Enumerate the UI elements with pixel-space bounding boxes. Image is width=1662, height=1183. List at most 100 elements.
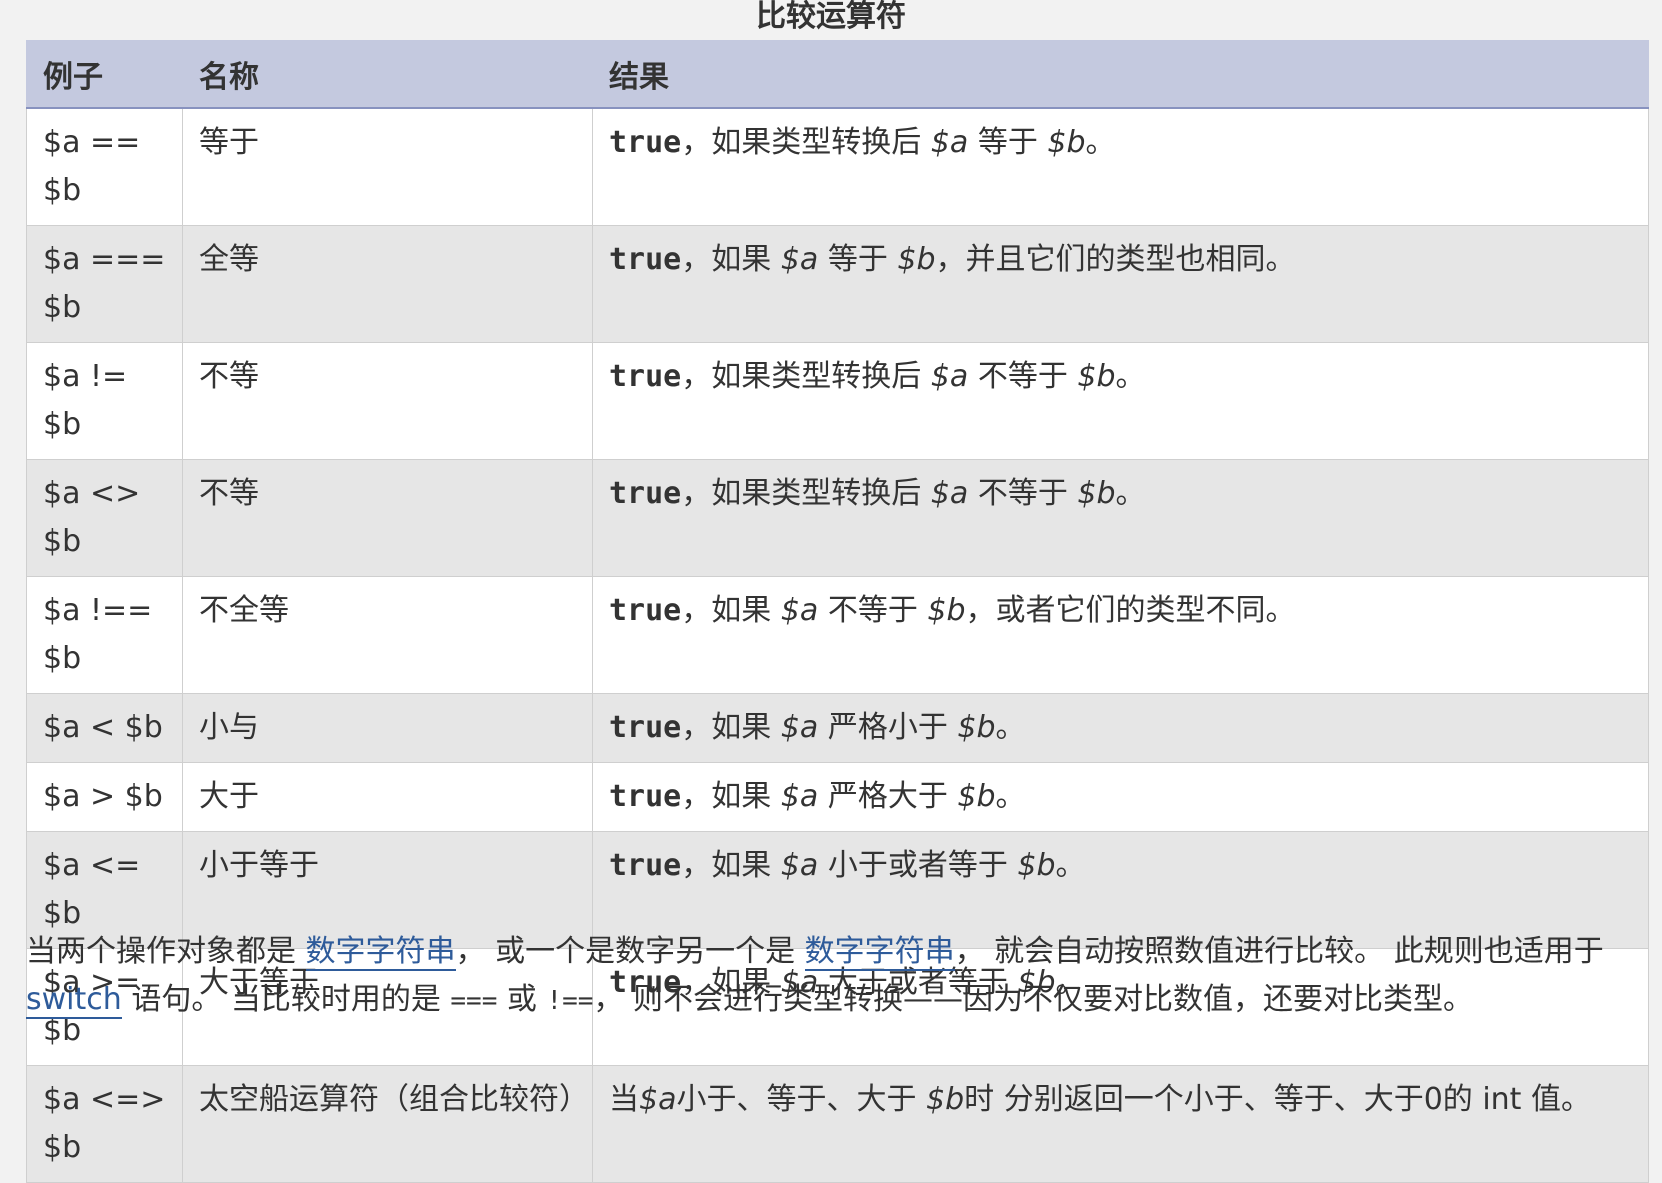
result-text: 。 bbox=[1085, 125, 1116, 160]
not-identical-operator-code: !== bbox=[546, 986, 594, 1016]
note-text: ， 就会自动按照数值进行比较。 此规则也适用于 bbox=[954, 934, 1604, 969]
name-cell: 大于 bbox=[182, 762, 593, 832]
result-text: ，如果类型转换后 bbox=[681, 125, 931, 160]
result-cell: true，如果类型转换后 $a 不等于 $b。 bbox=[592, 342, 1649, 460]
result-text: 不等于 bbox=[968, 359, 1078, 394]
true-keyword: true bbox=[609, 710, 682, 745]
result-text: ，如果 bbox=[681, 848, 781, 883]
table-row: $a > $b 大于 true，如果 $a 严格大于 $b。 bbox=[26, 762, 1649, 832]
variable-a: $a bbox=[930, 125, 969, 160]
result-cell: true，如果 $a 等于 $b，并且它们的类型也相同。 bbox=[592, 225, 1649, 343]
variable-a: $a bbox=[639, 1082, 677, 1117]
table-row: $a < $b 小与 true，如果 $a 严格小于 $b。 bbox=[26, 693, 1649, 763]
result-cell: true，如果 $a 不等于 $b，或者它们的类型不同。 bbox=[592, 576, 1649, 694]
true-keyword: true bbox=[609, 359, 682, 394]
result-cell: true，如果 $a 严格大于 $b。 bbox=[592, 762, 1649, 832]
example-cell: $a != $b bbox=[26, 342, 183, 460]
variable-a: $a bbox=[930, 359, 969, 394]
comparison-note: 当两个操作对象都是 数字字符串， 或一个是数字另一个是 数字字符串， 就会自动按… bbox=[26, 928, 1648, 1025]
variable-b: $b bbox=[1077, 359, 1116, 394]
result-text: 。 bbox=[1055, 848, 1086, 883]
switch-link[interactable]: switch bbox=[26, 982, 122, 1019]
variable-b: $b bbox=[957, 779, 996, 814]
result-text: ，如果 bbox=[681, 593, 781, 628]
result-text: 不等于 bbox=[818, 593, 928, 628]
example-cell: $a > $b bbox=[26, 762, 183, 832]
result-text: 时 分别返回一个小于、等于、大于0的 int 值。 bbox=[964, 1082, 1591, 1117]
result-text: 等于 bbox=[818, 242, 898, 277]
true-keyword: true bbox=[609, 593, 682, 628]
result-text: ，如果类型转换后 bbox=[681, 476, 931, 511]
true-keyword: true bbox=[609, 476, 682, 511]
example-cell: $a < $b bbox=[26, 693, 183, 763]
name-cell: 等于 bbox=[182, 107, 593, 226]
note-text: ， 或一个是数字另一个是 bbox=[455, 934, 805, 969]
result-cell: true，如果类型转换后 $a 等于 $b。 bbox=[592, 107, 1649, 226]
name-cell: 小与 bbox=[182, 693, 593, 763]
table-row: $a === $b 全等 true，如果 $a 等于 $b，并且它们的类型也相同。 bbox=[26, 225, 1649, 343]
name-cell: 不等 bbox=[182, 342, 593, 460]
table-row: $a !== $b 不全等 true，如果 $a 不等于 $b，或者它们的类型不同。 bbox=[26, 576, 1649, 694]
table-row: $a <=> $b 太空船运算符（组合比较符） 当$a小于、等于、大于 $b时 分别… bbox=[26, 1065, 1649, 1183]
result-text: ，或者它们的类型不同。 bbox=[965, 593, 1296, 628]
table-row: $a == $b 等于 true，如果类型转换后 $a 等于 $b。 bbox=[26, 107, 1649, 226]
note-text: ， 则不会进行类型转换——因为不仅要对比数值，还要对比类型。 bbox=[593, 982, 1473, 1017]
example-cell: $a <=> $b bbox=[26, 1065, 183, 1183]
result-text: 等于 bbox=[968, 125, 1048, 160]
result-text: 当 bbox=[609, 1082, 639, 1117]
note-text: 当两个操作对象都是 bbox=[26, 934, 306, 969]
result-cell: true，如果类型转换后 $a 不等于 $b。 bbox=[592, 459, 1649, 577]
example-cell: $a <> $b bbox=[26, 459, 183, 577]
variable-a: $a bbox=[780, 848, 819, 883]
name-cell: 不全等 bbox=[182, 576, 593, 694]
variable-a: $a bbox=[930, 476, 969, 511]
result-cell: true，如果 $a 严格小于 $b。 bbox=[592, 693, 1649, 763]
table-row: $a != $b 不等 true，如果类型转换后 $a 不等于 $b。 bbox=[26, 342, 1649, 460]
result-text: 不等于 bbox=[968, 476, 1078, 511]
result-text: 。 bbox=[995, 710, 1026, 745]
note-text: 语句。 当比较时用的是 bbox=[121, 982, 451, 1017]
true-keyword: true bbox=[609, 779, 682, 814]
result-text: ，如果类型转换后 bbox=[681, 359, 931, 394]
variable-b: $b bbox=[926, 1082, 965, 1117]
variable-b: $b bbox=[957, 710, 996, 745]
true-keyword: true bbox=[609, 125, 682, 160]
column-header-example: 例子 bbox=[26, 40, 183, 109]
result-text: ，如果 bbox=[681, 779, 781, 814]
identical-operator-code: === bbox=[450, 986, 498, 1016]
variable-b: $b bbox=[1047, 125, 1086, 160]
column-header-result: 结果 bbox=[592, 40, 1649, 109]
example-cell: $a === $b bbox=[26, 225, 183, 343]
variable-a: $a bbox=[780, 593, 819, 628]
result-text: 。 bbox=[1115, 476, 1146, 511]
result-text: ，并且它们的类型也相同。 bbox=[935, 242, 1296, 277]
variable-a: $a bbox=[780, 779, 819, 814]
variable-a: $a bbox=[780, 242, 819, 277]
table-header-row: 例子 名称 结果 bbox=[26, 40, 1649, 109]
example-cell: $a == $b bbox=[26, 107, 183, 226]
result-text: 。 bbox=[1115, 359, 1146, 394]
name-cell: 不等 bbox=[182, 459, 593, 577]
column-header-name: 名称 bbox=[182, 40, 593, 109]
numeric-string-link[interactable]: 数字字符串 bbox=[305, 934, 456, 971]
result-text: 小于、等于、大于 bbox=[676, 1082, 927, 1117]
result-text: ，如果 bbox=[681, 710, 781, 745]
variable-b: $b bbox=[1017, 848, 1056, 883]
numeric-string-link[interactable]: 数字字符串 bbox=[804, 934, 955, 971]
variable-b: $b bbox=[927, 593, 966, 628]
true-keyword: true bbox=[609, 848, 682, 883]
variable-b: $b bbox=[897, 242, 936, 277]
result-text: ，如果 bbox=[681, 242, 781, 277]
variable-b: $b bbox=[1077, 476, 1116, 511]
result-text: 严格小于 bbox=[818, 710, 958, 745]
result-text: 小于或者等于 bbox=[818, 848, 1018, 883]
name-cell: 太空船运算符（组合比较符） bbox=[182, 1065, 593, 1183]
true-keyword: true bbox=[609, 242, 682, 277]
table-row: $a <> $b 不等 true，如果类型转换后 $a 不等于 $b。 bbox=[26, 459, 1649, 577]
variable-a: $a bbox=[780, 710, 819, 745]
result-text: 。 bbox=[995, 779, 1026, 814]
name-cell: 全等 bbox=[182, 225, 593, 343]
result-cell: 当$a小于、等于、大于 $b时 分别返回一个小于、等于、大于0的 int 值。 bbox=[592, 1065, 1649, 1183]
example-cell: $a !== $b bbox=[26, 576, 183, 694]
note-text: 或 bbox=[497, 982, 547, 1017]
